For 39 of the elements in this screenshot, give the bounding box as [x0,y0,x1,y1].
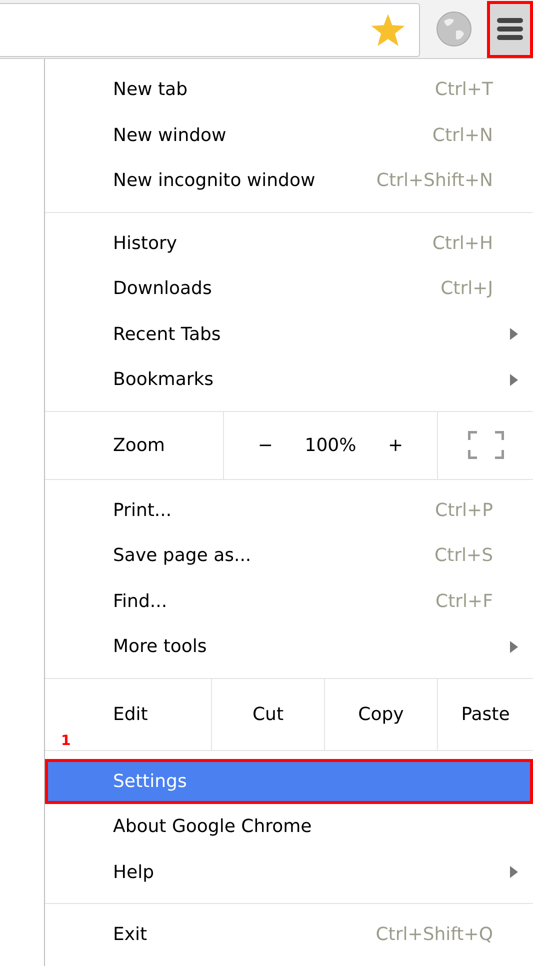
menu-item[interactable]: Find... Ctrl+F [45,578,533,624]
menu-icon [497,17,523,41]
zoom-label: Zoom [112,434,166,458]
menu-item[interactable]: New tab Ctrl+T [45,67,533,112]
edit-label: Edit [113,702,148,726]
menu-button[interactable] [487,0,533,58]
menu-item[interactable]: New incognito window Ctrl+Shift+N [45,158,533,204]
menu-item[interactable]: Bookmarks [45,357,533,402]
zoom-in-button[interactable]: + [380,432,412,458]
menu-item[interactable]: Settings [45,758,533,804]
annotation-number: 1 [61,734,71,748]
shortcut-text: Ctrl+Shift+Q [376,923,493,948]
menu-item[interactable]: New window Ctrl+N [45,112,533,158]
zoom-value: 100% [304,434,356,458]
menu-item[interactable]: About Google Chrome [45,804,533,850]
star-icon[interactable] [371,14,405,46]
menu-item[interactable]: Help [45,850,533,895]
shortcut-text: Ctrl+P [435,498,493,523]
menu-item[interactable]: Print... Ctrl+P [45,488,533,533]
zoom-out-button[interactable]: − [250,432,281,458]
shortcut-text: Ctrl+J [440,277,493,302]
shortcut-text: Ctrl+F [436,590,493,614]
shortcut-text: Ctrl+T [434,78,493,102]
menu-item[interactable]: Exit Ctrl+Shift+Q [45,912,533,958]
fullscreen-icon[interactable] [468,431,504,459]
shortcut-text: Ctrl+N [432,124,493,148]
menu-item[interactable]: Save page as... Ctrl+S [45,533,533,578]
edit-action-button[interactable]: Cut [211,678,324,750]
menu-item[interactable]: Downloads Ctrl+J [45,266,533,312]
edit-action-button[interactable]: Copy [324,678,437,750]
shortcut-text: Ctrl+H [432,232,493,256]
shortcut-text: Ctrl+Shift+N [376,169,493,194]
menu-item[interactable]: Recent Tabs [45,312,533,357]
address-bar[interactable] [0,3,420,57]
menu-item[interactable]: More tools [45,624,533,670]
shortcut-text: Ctrl+S [434,544,493,568]
menu-item[interactable]: History Ctrl+H [45,220,533,266]
edit-action-button[interactable]: Paste [437,678,533,750]
globe-icon[interactable] [436,11,472,47]
